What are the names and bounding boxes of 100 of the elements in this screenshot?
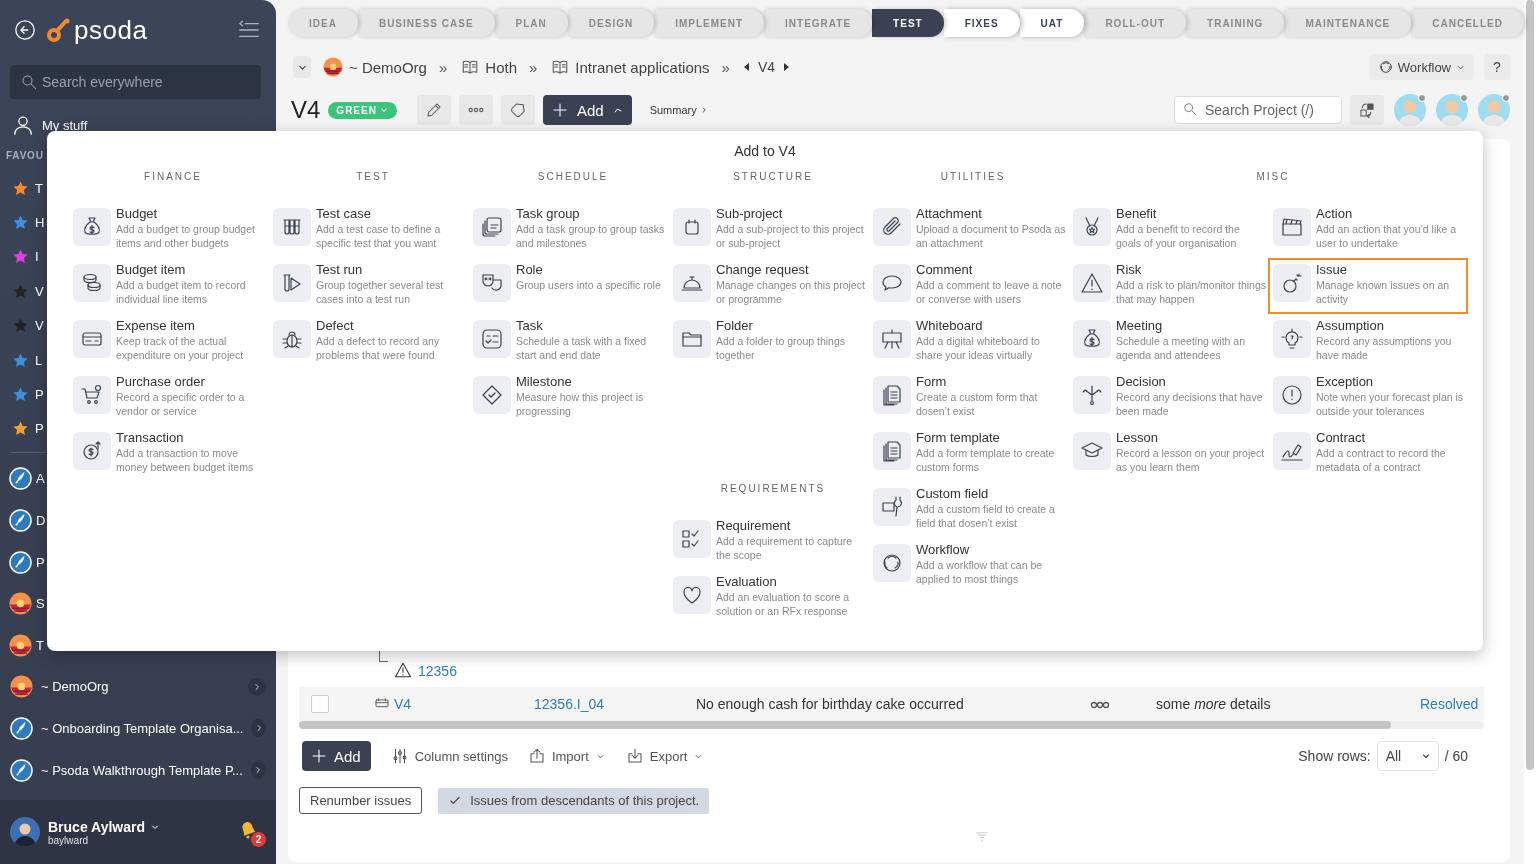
recent-link[interactable]: P [36,554,45,570]
menu-item[interactable]: Defect Add a defect to record any problems that were found [268,314,468,370]
more-icon[interactable] [1090,699,1110,709]
recent-link[interactable]: T [36,637,44,653]
section-heading: SCHEDULE [536,171,610,184]
breadcrumb-link[interactable]: Hoth [485,58,517,76]
menu-item[interactable]: Assumption Record any assumptions you have made [1268,314,1468,370]
breadcrumb-link[interactable]: ~ DemoOrg [349,58,427,76]
recent-link[interactable]: A [36,471,45,487]
organisation-link[interactable]: ~ Onboarding Template Organisa... [41,721,244,736]
menu-item[interactable]: Budget Add a budget to group budget items and other budgets [68,202,268,258]
menu-item[interactable]: Attachment Upload a document to Psoda as an attachment [868,202,1068,258]
item-description: Add a folder to group things together [716,334,846,362]
collapse-button[interactable] [293,56,311,78]
menu-item[interactable]: Benefit Add a benefit to record the goals of your organisation [1068,202,1268,258]
menu-item[interactable]: Milestone Measure how this project is progressing [468,370,668,426]
phase-tab[interactable]: TEST [872,9,944,37]
favourite-link[interactable]: P [35,387,44,403]
more-button[interactable] [458,95,493,125]
menu-item[interactable]: Sub-project Add a sub-project to this project or sub-project [668,202,868,258]
menu-item[interactable]: Task Schedule a task with a fixed start and end date [468,314,668,370]
favourite-link[interactable]: L [35,352,43,368]
breadcrumb-separator: » [438,58,448,76]
menu-item[interactable]: Folder Add a folder to group things together [668,314,868,370]
add-button[interactable]: Add [542,95,632,125]
renumber-button[interactable]: Renumber issues [299,787,423,814]
rocket-icon [10,717,33,740]
help-button[interactable]: ? [1484,54,1510,80]
scrollbar[interactable] [1526,0,1534,770]
expand-button[interactable] [248,677,266,696]
favourite-link[interactable]: H [35,215,45,231]
descendants-toggle[interactable]: Issues from descendants of this project. [438,787,710,814]
menu-item[interactable]: Transaction Add a transaction to move money between budget items [68,426,268,482]
menu-item[interactable]: Expense item Keep track of the actual expenditure on your project [68,314,268,370]
favourite-link[interactable]: T [35,180,43,196]
section-heading: UTILITIES [939,171,1007,184]
menu-item[interactable]: Budget item Add a budget item to record individual line items [68,258,268,314]
switch-button[interactable] [1350,95,1384,125]
favourite-link[interactable]: I [35,249,39,265]
tag-button[interactable] [500,95,535,125]
add-button[interactable]: Add [302,741,371,771]
menu-item[interactable]: Meeting Schedule a meeting with an agenda and attendees [1068,314,1268,370]
favourite-link[interactable]: V [35,318,44,334]
menu-item[interactable]: Exception Note when your forecast plan is outside your tolerances [1268,370,1468,426]
item-description: Add a defect to record any problems that were found [316,334,441,362]
rows-dropdown[interactable]: All [1376,741,1439,771]
breadcrumb-link[interactable]: Intranet applications [575,58,710,76]
menu-item[interactable]: Change request Manage changes on this project or programme [668,258,868,314]
expand-button[interactable] [251,719,266,738]
section-heading: MISC [1255,171,1291,184]
row-checkbox[interactable] [311,695,329,713]
recent-link[interactable]: S [36,596,45,612]
section-heading: TEST [355,171,391,184]
menu-item[interactable]: Role Group users into a specific role [468,258,668,314]
edit-button[interactable] [416,95,451,125]
item-title: Requirement [716,518,792,533]
menu-item[interactable]: Whiteboard Add a digital whiteboard to share your ideas virtually [868,314,1068,370]
project-link[interactable]: V4 [394,696,412,712]
favourite-link[interactable]: V [35,283,44,299]
export-button[interactable]: Export [625,747,705,765]
avatar[interactable] [10,817,40,847]
item-description: Add a budget to group budget items and other budgets [116,222,256,250]
item-title: Task [516,318,544,333]
organisation-link[interactable]: ~ DemoOrg [41,679,240,695]
organisation-link[interactable]: ~ Psoda Walkthrough Template P... [41,762,243,778]
phase-tab[interactable]: FIXES [943,9,1020,37]
menu-item[interactable]: Requirement Add a requirement to capture the scope [668,514,868,570]
menu-item[interactable]: Comment Add a comment to leave a note or converse with users [868,258,1068,314]
menu-item[interactable]: Decision Record any decisions that have been made [1068,370,1268,426]
checklist-icon [480,327,504,351]
issue-id-link[interactable]: 12356.I_04 [534,696,696,712]
summary-link[interactable]: Summary [649,104,709,116]
phase-tab[interactable]: UAT [1019,9,1085,37]
menu-item[interactable]: Test case Add a test case to define a specific test that you want [268,202,468,258]
import-button[interactable]: Import [527,747,606,765]
menu-item[interactable]: Form Create a custom form that dosen’t exist [868,370,1068,426]
menu-item[interactable]: Risk Add a risk to plan/monitor things that may happen [1068,258,1268,314]
column-settings-button[interactable]: Column settings [390,747,508,765]
menu-item[interactable]: Task group Add a task group to group tasks and milestones [468,202,668,258]
menu-item[interactable]: Action Add an action that you’d like a user to undertake [1268,202,1468,258]
menu-item[interactable]: Workflow Add a workflow that can be applied to most things [868,538,1068,594]
recent-link[interactable]: D [36,513,46,528]
menu-item[interactable]: Evaluation Add an evaluation to score a solution or an RFx response [668,570,868,626]
menu-item[interactable]: Test run Group together several test cases into a test run [268,258,468,314]
search-field[interactable]: Search everywhere [10,65,261,99]
workflow-button[interactable]: Workflow [1369,54,1474,80]
expand-button[interactable] [250,761,266,780]
scrollbar[interactable] [299,721,1484,729]
menu-item[interactable]: Contract Add a contract to record the metadata of a contract [1268,426,1468,482]
menu-item[interactable]: Form template Add a form template to create custom forms [868,426,1068,482]
menu-item[interactable]: Issue Manage known issues on an activity [1268,258,1468,314]
menu-item[interactable]: Custom field Add a custom field to create a field that dosen’t exist [868,482,1068,538]
item-title: Benefit [1116,206,1158,221]
favourite-link[interactable]: P [35,421,44,437]
user-name[interactable]: Bruce Aylward [48,818,145,835]
issue-link[interactable]: 12356 [418,663,457,679]
status-link[interactable]: Resolved [1420,696,1484,712]
menu-item[interactable]: Purchase order Record a specific order to a vendor or service [68,370,268,426]
search-field[interactable]: Search Project (/) [1174,96,1342,124]
menu-item[interactable]: Lesson Record a lesson on your project as you learn them [1068,426,1268,482]
